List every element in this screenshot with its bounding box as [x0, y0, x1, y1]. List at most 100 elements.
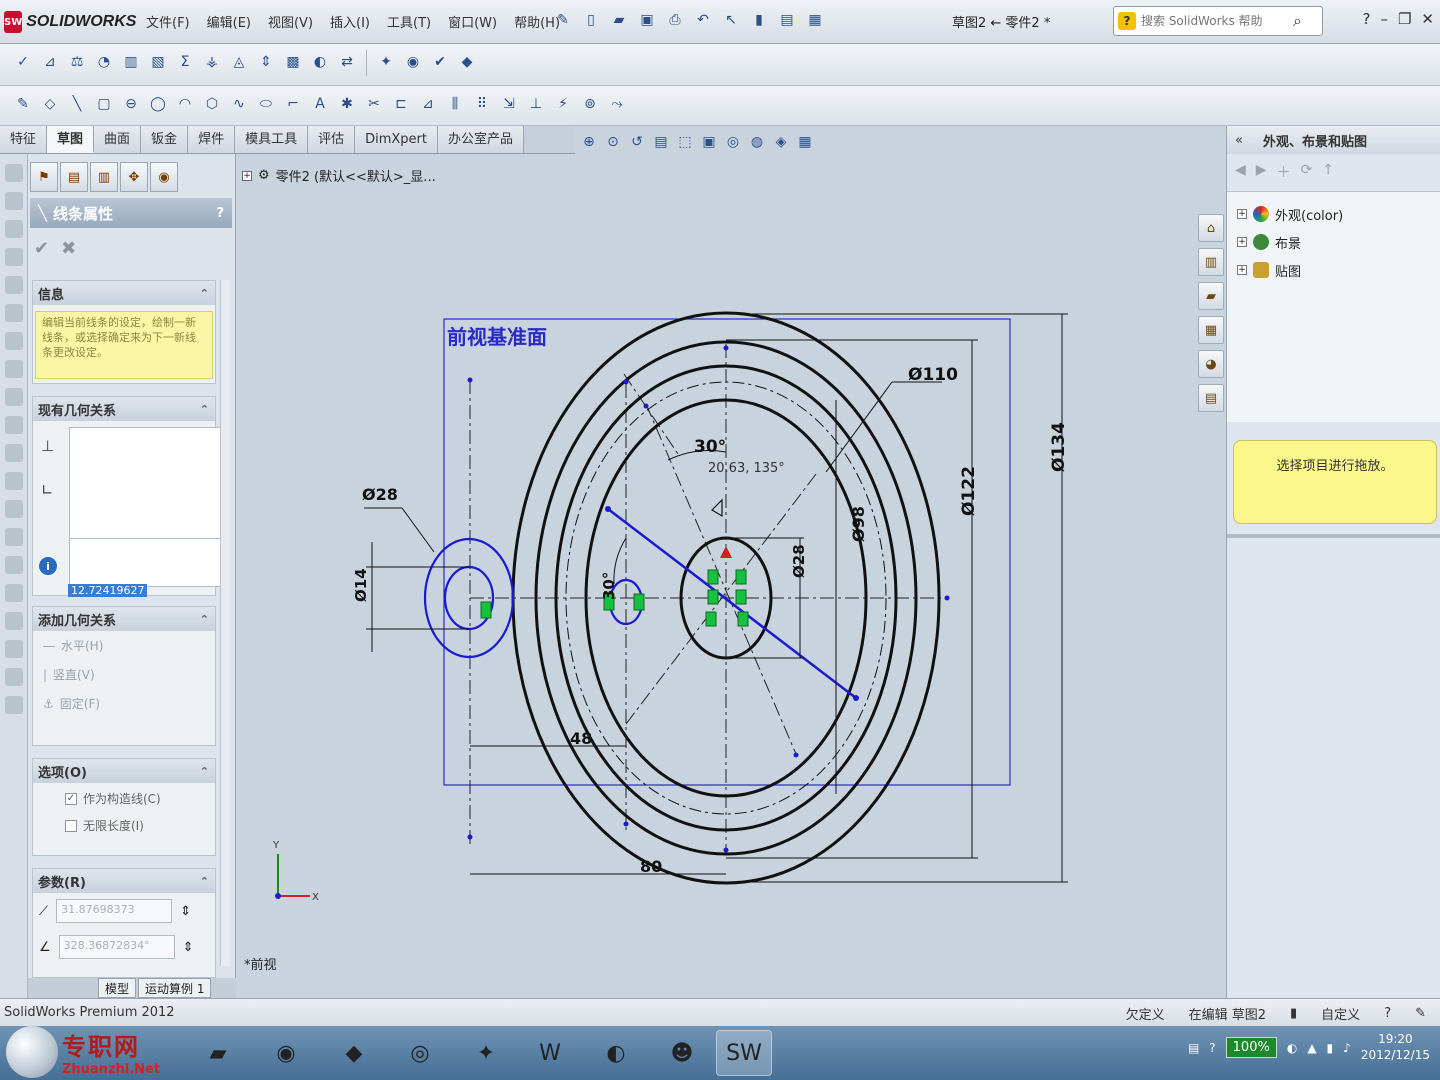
dim-28-left-text[interactable]: Ø28	[362, 485, 398, 504]
construction-option[interactable]: ✓ 作为构造线(C)	[33, 783, 215, 810]
addins-icon[interactable]: ✦	[375, 50, 397, 74]
existing-relations-header[interactable]: 现有几何关系 ⌃	[33, 397, 215, 421]
rapid-sketch-icon[interactable]: ⤳	[606, 92, 628, 116]
menu-tools[interactable]: 工具(T)	[387, 12, 431, 31]
tab-surfaces[interactable]: 曲面	[94, 126, 142, 153]
tab-motion-study[interactable]: 运动算例 1	[138, 978, 212, 998]
relation-marker[interactable]	[737, 611, 749, 627]
check-icon[interactable]: ▥	[120, 50, 142, 74]
view-settings-icon[interactable]: ▦	[796, 130, 814, 154]
trim-tool-icon[interactable]: ✂	[363, 92, 385, 116]
measure-icon[interactable]: ⊿	[39, 50, 61, 74]
forward-icon[interactable]: ▶	[1256, 162, 1267, 183]
show-hidden-icon[interactable]: ▲	[1307, 1041, 1316, 1055]
tab-weldments[interactable]: 焊件	[188, 126, 236, 153]
tab-sheet-metal[interactable]: 钣金	[141, 126, 189, 153]
polygon-tool-icon[interactable]: ⬡	[201, 92, 223, 116]
file-explorer-icon[interactable]: ▰	[1198, 282, 1224, 310]
zoom-area-icon[interactable]: ⊙	[604, 130, 622, 154]
strip-button[interactable]	[5, 164, 23, 182]
tab-features[interactable]: 特征	[0, 126, 48, 153]
sensor-icon[interactable]: ⚶	[201, 50, 223, 74]
pin-icon[interactable]: ✎	[552, 8, 574, 32]
strip-button[interactable]	[5, 640, 23, 658]
network-icon[interactable]: ▮	[1327, 1041, 1334, 1055]
collapse-icon[interactable]: ⌃	[200, 613, 209, 626]
edit-appearance-icon[interactable]: ◍	[748, 130, 766, 154]
menu-edit[interactable]: 编辑(E)	[207, 12, 251, 31]
rebuild-icon[interactable]: ▮	[748, 8, 770, 32]
sketch-canvas[interactable]: 前视基准面 Ø110 Ø134 Ø122 Ø98 Ø28 Ø28 Ø14 30°…	[236, 154, 1224, 978]
ok-check-icon[interactable]: ✔	[34, 238, 49, 259]
curvature-icon[interactable]: ◐	[309, 50, 331, 74]
slot-tool-icon[interactable]: ⊖	[120, 92, 142, 116]
design-library-icon[interactable]: ▥	[1198, 248, 1224, 276]
keyboard-icon[interactable]: ▤	[1188, 1041, 1199, 1055]
pm-scrollbar[interactable]	[220, 280, 230, 966]
dim-110-text[interactable]: Ø110	[908, 365, 958, 385]
relation-marker[interactable]	[735, 569, 747, 585]
strip-button[interactable]	[5, 500, 23, 518]
view-orientation-icon[interactable]: ⬚	[676, 130, 694, 154]
strip-button[interactable]	[5, 248, 23, 266]
section-view-icon[interactable]: ▤	[652, 130, 670, 154]
zoom-indicator[interactable]: 100%	[1225, 1037, 1277, 1059]
pm-help-button[interactable]: ?	[216, 206, 224, 221]
angle-param-input[interactable]: 328.36872834°	[58, 935, 175, 959]
vertical-relation[interactable]: | 竖直(V)	[33, 660, 215, 689]
home-icon[interactable]: ⌂	[1198, 214, 1224, 242]
tray-app-icon[interactable]: ◐	[1287, 1041, 1297, 1055]
rectangle-tool-icon[interactable]: ▢	[93, 92, 115, 116]
collapse-icon[interactable]: ⌃	[200, 287, 209, 300]
length-spinner-icon[interactable]: ⇕	[180, 904, 191, 919]
fillet-tool-icon[interactable]: ⌐	[282, 92, 304, 116]
horizontal-relation[interactable]: ― 水平(H)	[33, 631, 215, 660]
mirror-icon[interactable]: ⫼	[444, 92, 466, 116]
view-palette-icon[interactable]: ▦	[1198, 316, 1224, 344]
relation-marker[interactable]	[707, 589, 719, 605]
strip-button[interactable]	[5, 584, 23, 602]
draft-analysis-icon[interactable]: ◬	[228, 50, 250, 74]
thickness-icon[interactable]: ⇕	[255, 50, 277, 74]
undo-icon[interactable]: ↶	[692, 8, 714, 32]
display-style-icon[interactable]: ▣	[700, 130, 718, 154]
relation-marker[interactable]	[735, 589, 747, 605]
up-icon[interactable]: ↑	[1322, 162, 1334, 183]
angle-spinner-icon[interactable]: ⇕	[183, 940, 194, 955]
strip-button[interactable]	[5, 192, 23, 210]
toolbox-icon[interactable]: ◉	[402, 50, 424, 74]
file-properties-icon[interactable]: ▤	[776, 8, 798, 32]
search-input[interactable]	[1141, 14, 1291, 28]
print-icon[interactable]: ⎙	[664, 8, 686, 32]
pencil-icon[interactable]: ✎	[1415, 1006, 1426, 1021]
smart-dimension-icon[interactable]: ◇	[39, 92, 61, 116]
dim-14-text[interactable]: Ø14	[352, 568, 370, 602]
tree-item-scenes[interactable]: + 布景	[1237, 228, 1430, 256]
line-endpoint[interactable]	[605, 506, 611, 512]
relation-marker[interactable]	[707, 569, 719, 585]
help-search[interactable]: ? ⌕	[1113, 6, 1323, 36]
player-icon[interactable]: ◐	[588, 1030, 644, 1076]
custom-properties-icon[interactable]: ▤	[1198, 384, 1224, 412]
strip-button[interactable]	[5, 360, 23, 378]
arc-tool-icon[interactable]: ◠	[174, 92, 196, 116]
select-arrow-icon[interactable]: ↖	[720, 8, 742, 32]
dim-134-text[interactable]: Ø134	[1049, 422, 1069, 472]
tab-model[interactable]: 模型	[98, 978, 137, 998]
routing-icon[interactable]: ✔	[429, 50, 451, 74]
tab-mold-tools[interactable]: 模具工具	[235, 126, 309, 153]
spell-check-icon[interactable]: ✓	[12, 50, 34, 74]
clock[interactable]: 19:20 2012/12/15	[1361, 1032, 1430, 1063]
options-icon[interactable]: ▦	[804, 8, 826, 32]
word-icon[interactable]: W	[522, 1030, 578, 1076]
dim-80-text[interactable]: 80	[640, 857, 662, 876]
tree-item-decals[interactable]: + 贴图	[1237, 256, 1430, 284]
chat-icon[interactable]: ☻	[654, 1030, 710, 1076]
infinite-length-checkbox[interactable]	[65, 819, 77, 832]
zoom-to-fit-icon[interactable]: ⊕	[580, 130, 598, 154]
strip-button[interactable]	[5, 556, 23, 574]
strip-button[interactable]	[5, 668, 23, 686]
relation-marker[interactable]	[480, 601, 492, 619]
back-icon[interactable]: ◀	[1235, 162, 1246, 183]
expand-icon[interactable]: +	[1237, 209, 1247, 219]
